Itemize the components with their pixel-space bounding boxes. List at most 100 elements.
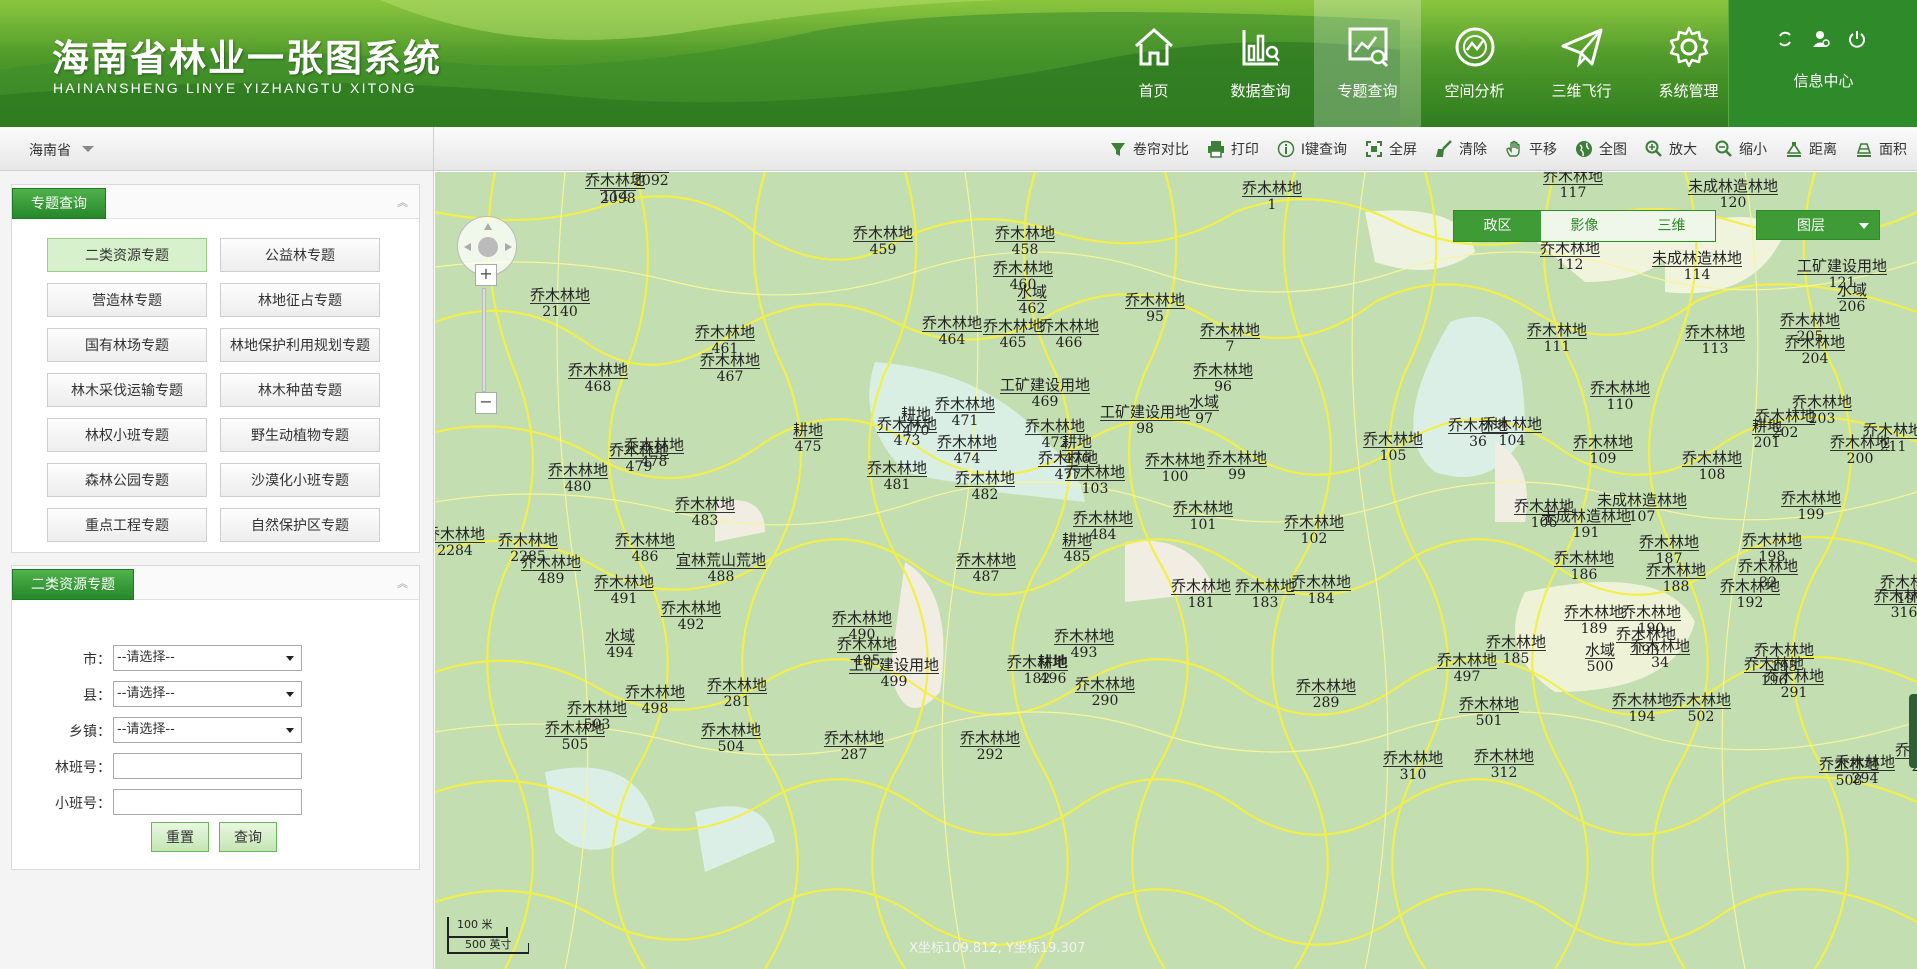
parcel-label-type: 乔木林地 [530,286,591,304]
tool-full-extent[interactable]: 全图 [1575,139,1627,159]
tool-measure-distance[interactable]: 距离 [1785,139,1837,159]
parcel-label: 乔木林地 291 [1764,668,1825,701]
tool-identify[interactable]: I键查询 [1277,139,1347,159]
tool-fullscreen[interactable]: 全屏 [1365,139,1417,159]
parcel-label-type: 乔木林地 [853,224,914,242]
topic-button[interactable]: 二类资源专题 [47,238,207,272]
tool-zoom-out[interactable]: 缩小 [1715,139,1767,159]
zoom-slider-track[interactable] [482,288,486,392]
tool-clear[interactable]: 清除 [1435,139,1487,159]
parcel-label: 乔木林地 1 [1242,180,1303,213]
topic-button[interactable]: 重点工程专题 [47,508,207,542]
map-view[interactable]: 乔木林地 114 2098 2092 乔木林地 1 乔木林地 117 未成林造林地 120 乔木林地… [435,172,1917,969]
topic-button[interactable]: 沙漠化小班专题 [220,463,380,497]
parcel-label-number: 120 [1688,194,1779,211]
reset-button[interactable]: 重置 [151,822,209,852]
printer-icon [1207,141,1224,158]
nav-spatial-analysis[interactable]: 空间分析 [1421,0,1528,127]
parcel-label-type: 工矿建设用地 [1797,257,1888,275]
parcel-label-type: 水域 [1837,281,1868,299]
parcel-label: 乔木林地 2140 [530,286,591,320]
resource-query-panel-header: 二类资源专题 ︽ [12,566,419,600]
tool-measure-area[interactable]: 面积 [1855,139,1907,159]
nav-3d-flight[interactable]: 三维飞行 [1528,0,1635,127]
topic-button[interactable]: 野生动植物专题 [220,418,380,452]
parcel-label-number: 191 [1541,524,1632,541]
layers-dropdown-button[interactable]: 图层 [1756,210,1880,240]
scale-meters: 100 米 [457,918,493,931]
parcel-label-type: 乔木林地 [1543,172,1604,185]
parcel-label-number: 486 [615,548,676,565]
parcel-label: 乔木林地 464 [922,315,983,348]
parcel-label-number: 117 [1543,184,1604,201]
power-icon[interactable] [1848,30,1866,48]
parcel-label-number: 2092 [633,172,669,189]
tab-3d[interactable]: 三维 [1628,211,1715,241]
nav-system-admin[interactable]: 系统管理 [1635,0,1742,127]
parcel-label: 水域 462 [1017,284,1048,317]
city-label: 市： [83,652,111,668]
nav-home[interactable]: 首页 [1100,0,1207,127]
parcel-label-number: 105 [1363,447,1424,464]
refresh-icon[interactable] [1776,30,1794,48]
tab-political[interactable]: 政区 [1454,211,1541,241]
parcel-label: 乔木林地 498 [625,684,686,717]
tool-zoom-in[interactable]: 放大 [1645,139,1697,159]
parcel-label: 乔木林地 310 [1383,750,1444,783]
tool-swipe-compare[interactable]: 卷帘对比 [1109,139,1189,159]
nav-data-query[interactable]: 数据查询 [1207,0,1314,127]
user-settings-icon[interactable] [1812,30,1830,48]
city-select[interactable]: --请选择-- [113,645,302,671]
sub-class-input[interactable] [113,789,302,815]
parcel-label-type: 乔木林地 [567,699,628,717]
parcel-label: 乔木林地316 [1874,588,1917,621]
parcel-label-number: 312 [1474,764,1535,781]
parcel-label-number: 281 [707,693,768,710]
tool-pan[interactable]: 平移 [1505,139,1557,159]
collapse-icon[interactable]: ︽ [397,575,408,591]
parcel-label-number: 113 [1685,340,1746,357]
zoom-in-button[interactable]: + [475,264,497,286]
topic-button[interactable]: 林木种苗专题 [220,373,380,407]
parcel-label-type: 乔木林地 [1781,489,1842,507]
tab-imagery[interactable]: 影像 [1541,211,1628,241]
parcel-label-type: 乔木林地 [1639,533,1700,551]
parcel-label-number: 468 [568,378,629,395]
parcel-label-number: 469 [1000,393,1091,410]
parcel-label-type: 乔木林地 [1075,675,1136,693]
town-select[interactable]: --请选择-- [113,717,302,743]
parcel-label-number: 36 [1448,433,1509,450]
ruler-icon [1786,142,1802,157]
tool-print[interactable]: 打印 [1207,139,1259,159]
parcel-label: 乔木林地 117 [1543,172,1604,201]
county-select[interactable]: --请选择-- [113,681,302,707]
zoom-out-button[interactable]: − [475,392,497,414]
collapse-icon[interactable]: ︽ [397,194,408,210]
topic-button[interactable]: 营造林专题 [47,283,207,317]
parcel-label-type: 乔木林地 [837,635,898,653]
parcel-label: 乔木林地 108 [1682,450,1743,483]
parcel-label: 水域 500 [1585,642,1616,675]
topic-query-panel-title: 专题查询 [12,188,106,219]
province-selector[interactable]: 海南省 [0,127,434,171]
info-center[interactable]: 信息中心 [1728,0,1917,127]
parcel-label-type: 乔木林地 [700,351,761,369]
topic-button[interactable]: 国有林场专题 [47,328,207,362]
parcel-label-number: 102 [1284,530,1345,547]
topic-button[interactable]: 林木采伐运输专题 [47,373,207,407]
topic-button[interactable]: 公益林专题 [220,238,380,272]
topic-button[interactable]: 自然保护区专题 [220,508,380,542]
right-panel-handle[interactable] [1909,694,1917,768]
parcel-label-type: 乔木林地 [1671,691,1732,709]
parcel-label-number: 287 [824,746,885,763]
query-button[interactable]: 查询 [219,822,277,852]
topic-button[interactable]: 林地保护利用规划专题 [220,328,380,362]
topic-button[interactable]: 林权小班专题 [47,418,207,452]
nav-topic-query[interactable]: 专题查询 [1314,0,1421,127]
topic-query-panel: 专题查询 ︽ 二类资源专题 公益林专题 营造林专题 林地征占专题 国有林场专题 … [11,184,420,553]
parcel-label-type: 乔木林地 [1486,633,1547,651]
forest-class-input[interactable] [113,753,302,779]
topic-button[interactable]: 林地征占专题 [220,283,380,317]
topic-button[interactable]: 森林公园专题 [47,463,207,497]
nav-3d-flight-label: 三维飞行 [1551,82,1612,100]
